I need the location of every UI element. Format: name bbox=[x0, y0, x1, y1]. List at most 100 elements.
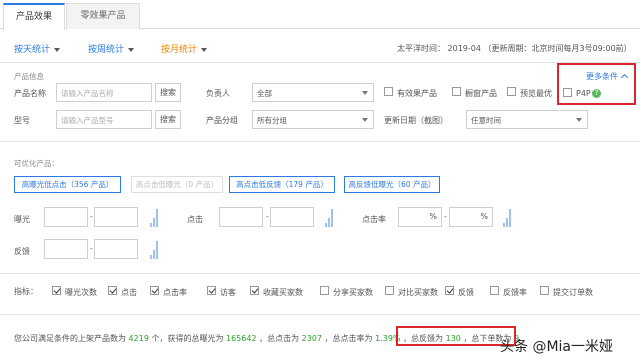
time-info: 太平洋时间： 2019-04 （更新周期：北京时间每月3号09:00前） bbox=[397, 44, 632, 53]
optimizable-title: 可优化产品： bbox=[14, 159, 59, 168]
distribution-icon bbox=[325, 207, 333, 227]
total-exposure: 165642 bbox=[226, 334, 257, 343]
by-week-dropdown[interactable]: 按周统计 bbox=[88, 42, 135, 55]
metric-label: 曝光次数 bbox=[65, 288, 97, 297]
tab-zero-effect[interactable]: 零效果产品 bbox=[66, 3, 140, 29]
range-dash: - bbox=[90, 244, 93, 253]
showcase-products-label: 橱窗产品 bbox=[465, 89, 497, 98]
distribution-icon bbox=[503, 207, 511, 227]
model-search-button[interactable]: 搜索 bbox=[155, 110, 181, 129]
feedback-highlight-box bbox=[396, 326, 516, 346]
ctr-min-input[interactable]: % bbox=[398, 207, 442, 227]
chevron-down-icon bbox=[576, 118, 582, 122]
summary-text: ，总点击为 bbox=[259, 334, 300, 343]
effective-products-checkbox[interactable] bbox=[384, 87, 393, 96]
divider bbox=[0, 273, 640, 274]
percent-sign: % bbox=[480, 212, 488, 221]
by-week-label: 按周统计 bbox=[88, 45, 125, 55]
chevron-up-icon bbox=[620, 73, 629, 82]
owner-label: 负责人 bbox=[206, 89, 230, 98]
metric-label: 对比买家数 bbox=[398, 288, 438, 297]
metric-checkbox[interactable] bbox=[108, 286, 117, 295]
effective-products-label: 有效果产品 bbox=[397, 89, 437, 98]
click-min-input[interactable] bbox=[219, 207, 263, 227]
product-info-title: 产品信息 bbox=[14, 72, 44, 81]
update-date-value: 任意时间 bbox=[471, 116, 501, 125]
model-label: 型号 bbox=[14, 116, 30, 125]
exposure-min-input[interactable] bbox=[44, 207, 88, 227]
ctr-max-input[interactable]: % bbox=[449, 207, 493, 227]
model-input[interactable]: 请输入产品型号 bbox=[56, 110, 152, 129]
chip-high-click-low-exposure: 高点击低曝光（0 产品） bbox=[131, 176, 223, 193]
divider bbox=[0, 314, 640, 315]
product-name-search-button[interactable]: 搜索 bbox=[155, 83, 181, 102]
help-icon[interactable]: ? bbox=[592, 89, 601, 98]
update-date-select[interactable]: 任意时间 bbox=[466, 110, 588, 129]
by-day-dropdown[interactable]: 按天统计 bbox=[14, 42, 61, 55]
metric-label: 分享买家数 bbox=[333, 288, 373, 297]
summary-text: ，总点击率为 bbox=[324, 334, 373, 343]
click-label: 点击 bbox=[187, 215, 203, 224]
exposure-label: 曝光 bbox=[14, 215, 30, 224]
watermark: 头条 @Mia一米娅 bbox=[500, 339, 613, 355]
metric-label: 反馈 bbox=[458, 288, 474, 297]
chevron-down-icon bbox=[362, 118, 368, 122]
tab-bar: 产品效果 零效果产品 bbox=[0, 0, 640, 30]
metric-label: 点击 bbox=[121, 288, 137, 297]
chip-high-exposure-low-click[interactable]: 高曝光低点击（356 产品） bbox=[14, 176, 121, 193]
metric-checkbox[interactable] bbox=[385, 286, 394, 295]
feedback-max-input[interactable] bbox=[94, 239, 138, 259]
metric-checkbox[interactable] bbox=[490, 286, 499, 295]
tab-product-effect[interactable]: 产品效果 bbox=[3, 3, 65, 30]
time-granularity-bar: 按天统计 按周统计 按月统计 太平洋时间： 2019-04 （更新周期：北京时间… bbox=[0, 40, 640, 58]
product-count: 4219 bbox=[128, 334, 149, 343]
chevron-down-icon bbox=[201, 47, 208, 52]
chevron-down-icon bbox=[128, 47, 135, 52]
range-dash: - bbox=[90, 212, 93, 221]
more-conditions-label: 更多条件 bbox=[586, 72, 618, 81]
product-name-input[interactable]: 请输入产品名称 bbox=[56, 83, 152, 102]
showcase-products-checkbox[interactable] bbox=[452, 87, 461, 96]
metric-checkbox[interactable] bbox=[150, 286, 159, 295]
by-month-label: 按月统计 bbox=[161, 45, 198, 55]
ctr-label: 点击率 bbox=[362, 215, 386, 224]
metric-checkbox[interactable] bbox=[52, 286, 61, 295]
range-dash: - bbox=[266, 212, 269, 221]
divider bbox=[0, 62, 640, 63]
percent-sign: % bbox=[429, 212, 437, 221]
group-label: 产品分组 bbox=[206, 116, 238, 125]
feedback-min-input[interactable] bbox=[44, 239, 88, 259]
chevron-down-icon bbox=[54, 47, 61, 52]
exposure-max-input[interactable] bbox=[94, 207, 138, 227]
metric-label: 提交订单数 bbox=[553, 288, 593, 297]
group-value: 所有分组 bbox=[257, 116, 287, 125]
more-conditions-link[interactable]: 更多条件 bbox=[586, 71, 629, 82]
preview-best-checkbox[interactable] bbox=[507, 87, 516, 96]
p4p-checkbox[interactable] bbox=[563, 88, 572, 97]
chip-high-feedback-low-exposure[interactable]: 高反馈低曝光（60 产品） bbox=[344, 176, 440, 193]
owner-select[interactable]: 全部 bbox=[252, 83, 374, 102]
metric-checkbox[interactable] bbox=[250, 286, 259, 295]
by-day-label: 按天统计 bbox=[14, 45, 51, 55]
metric-checkbox[interactable] bbox=[320, 286, 329, 295]
metric-label: 点击率 bbox=[163, 288, 187, 297]
divider bbox=[0, 141, 640, 142]
feedback-label: 反馈 bbox=[14, 247, 30, 256]
owner-value: 全部 bbox=[257, 89, 272, 98]
summary-text: 个，获得的总曝光为 bbox=[151, 334, 224, 343]
metric-label: 收藏买家数 bbox=[263, 288, 303, 297]
summary-text: 您公司满足条件的上架产品数为 bbox=[14, 334, 126, 343]
metric-checkbox[interactable] bbox=[445, 286, 454, 295]
preview-best-label: 预览最优 bbox=[520, 89, 552, 98]
click-max-input[interactable] bbox=[270, 207, 314, 227]
by-month-dropdown[interactable]: 按月统计 bbox=[161, 42, 208, 55]
p4p-label: P4P bbox=[576, 89, 591, 98]
metric-label: 访客 bbox=[220, 288, 236, 297]
metric-checkbox[interactable] bbox=[540, 286, 549, 295]
distribution-icon bbox=[150, 207, 158, 227]
chip-high-click-low-feedback[interactable]: 高点击低反馈（179 产品） bbox=[229, 176, 335, 193]
metric-checkbox[interactable] bbox=[207, 286, 216, 295]
group-select[interactable]: 所有分组 bbox=[252, 110, 374, 129]
product-name-label: 产品名称 bbox=[14, 89, 46, 98]
chevron-down-icon bbox=[362, 91, 368, 95]
